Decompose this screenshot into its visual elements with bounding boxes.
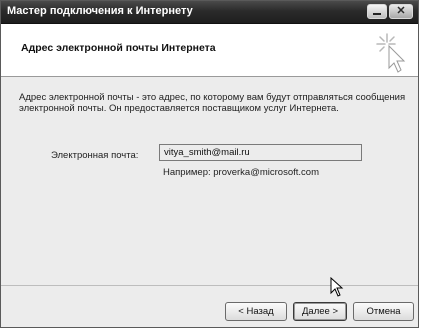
footer-divider [1, 285, 418, 286]
description-text: Адрес электронной почты - это адрес, по … [19, 92, 406, 114]
minimize-button[interactable] [367, 4, 387, 19]
close-button[interactable]: ✕ [389, 4, 413, 19]
next-button[interactable]: Далее > [293, 302, 347, 321]
email-label: Электронная почта: [51, 150, 139, 161]
email-input[interactable] [159, 144, 362, 161]
back-button[interactable]: < Назад [225, 302, 287, 321]
wizard-window: Мастер подключения к Интернету ✕ Адрес э… [0, 0, 419, 328]
title-bar[interactable]: Мастер подключения к Интернету ✕ [1, 1, 418, 24]
mouse-pointer-icon [330, 277, 344, 297]
cancel-button[interactable]: Отмена [353, 302, 414, 321]
email-example-text: Например: proverka@microsoft.com [163, 167, 319, 178]
page-title: Адрес электронной почты Интернета [21, 42, 216, 54]
wizard-header: Адрес электронной почты Интернета [1, 24, 418, 77]
window-title: Мастер подключения к Интернету [7, 5, 193, 17]
wizard-cursor-icon [376, 33, 406, 73]
